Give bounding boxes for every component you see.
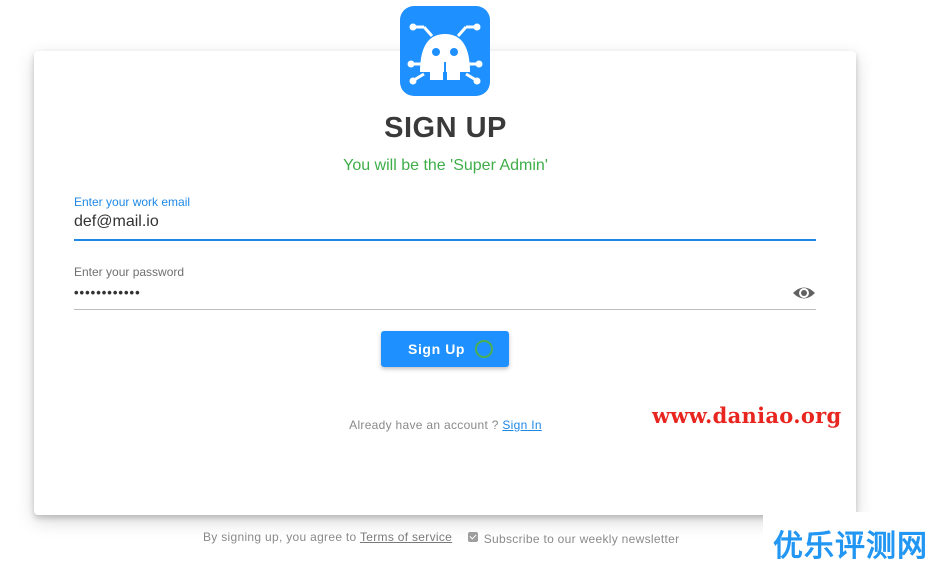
password-underline <box>74 309 816 310</box>
newsletter-label: Subscribe to our weekly newsletter <box>483 532 680 546</box>
terms-of-service-link[interactable]: Terms of service <box>360 530 452 544</box>
brand-watermark: 优乐评测网 <box>763 512 933 565</box>
signin-prompt-text: Already have an account ? <box>349 418 503 432</box>
password-input[interactable]: •••••••••••• <box>74 285 774 300</box>
sign-up-button[interactable]: Sign Up <box>381 331 509 367</box>
eye-icon[interactable] <box>792 283 816 303</box>
agree-text: By signing up, you agree to <box>203 530 360 544</box>
newsletter-checkbox[interactable] <box>467 532 478 542</box>
robot-antenna-icon <box>407 23 483 85</box>
email-input[interactable] <box>74 213 774 231</box>
app-logo <box>400 6 490 96</box>
sign-in-link[interactable]: Sign In <box>502 418 541 432</box>
admin-notice: You will be the 'Super Admin' <box>343 157 548 174</box>
brand-watermark-text: 优乐评测网 <box>773 529 928 564</box>
password-field[interactable]: Enter your password •••••••••••• <box>74 265 816 310</box>
footer: By signing up, you agree to Terms of ser… <box>203 530 680 546</box>
email-label: Enter your work email <box>74 195 191 209</box>
sign-up-button-label: Sign Up <box>408 341 466 357</box>
loading-spinner-icon <box>475 340 493 358</box>
password-label: Enter your password <box>74 265 185 279</box>
page-title: SIGN UP <box>384 112 507 144</box>
email-field[interactable]: Enter your work email <box>74 195 816 241</box>
email-underline <box>74 239 816 241</box>
watermark-url: www.daniao.org <box>652 403 842 428</box>
